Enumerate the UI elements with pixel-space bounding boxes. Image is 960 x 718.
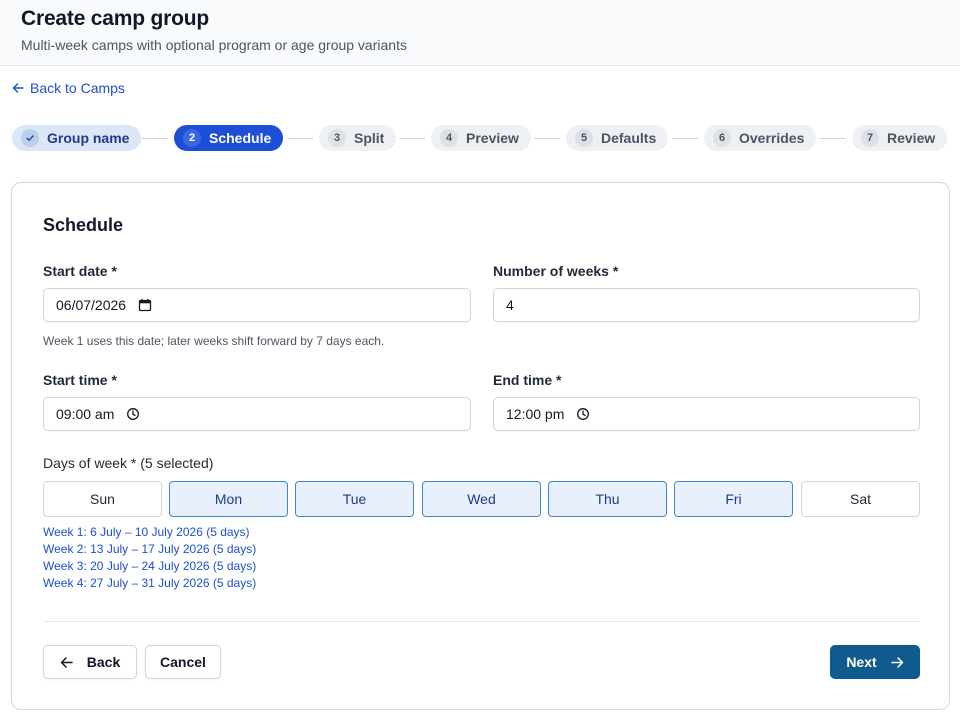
step-label: Overrides [739, 130, 805, 146]
week-summary: Week 1: 6 July – 10 July 2026 (5 days) [43, 525, 250, 539]
step-label: Group name [47, 130, 130, 146]
day-toggle-sat[interactable]: Sat [801, 481, 920, 517]
page-subtitle: Multi-week camps with optional program o… [21, 37, 407, 53]
next-button[interactable]: Next [830, 645, 920, 679]
calendar-icon[interactable] [138, 298, 152, 312]
days-of-week-label: Days of week * (5 selected) [43, 455, 214, 471]
schedule-card: Schedule Start date * 06/07/2026 Week 1 … [11, 182, 950, 710]
step-label: Review [887, 130, 936, 146]
step-schedule[interactable]: 2 Schedule [174, 125, 284, 151]
step-overrides[interactable]: 6 Overrides [704, 125, 817, 151]
start-date-hint: Week 1 uses this date; later weeks shift… [43, 334, 385, 348]
footer-divider [43, 621, 920, 622]
back-button-label: Back [86, 654, 121, 670]
back-button[interactable]: Back [43, 645, 137, 679]
back-to-camps-label: Back to Camps [30, 80, 125, 96]
step-number: 4 [440, 129, 458, 147]
wizard-stepper: Group name 2 Schedule 3 Split 4 Preview … [12, 125, 948, 151]
arrow-left-icon [60, 656, 73, 669]
end-time-label: End time * [493, 372, 562, 388]
end-time-value: 12:00 pm [506, 406, 565, 422]
step-connector [399, 138, 425, 139]
step-label: Defaults [601, 130, 657, 146]
start-date-input[interactable]: 06/07/2026 [43, 288, 471, 322]
section-heading: Schedule [43, 215, 124, 235]
day-toggle-wed[interactable]: Wed [422, 481, 541, 517]
clock-icon[interactable] [576, 407, 590, 421]
step-connector [142, 138, 168, 139]
week-summary: Week 4: 27 July – 31 July 2026 (5 days) [43, 576, 257, 590]
step-number: 3 [328, 129, 346, 147]
check-icon [21, 129, 39, 147]
start-time-input[interactable]: 09:00 am [43, 397, 471, 431]
step-connector [672, 138, 698, 139]
day-toggle-sun[interactable]: Sun [43, 481, 162, 517]
step-connector [820, 138, 846, 139]
start-time-label: Start time * [43, 372, 117, 388]
clock-icon[interactable] [126, 407, 140, 421]
step-label: Preview [466, 130, 519, 146]
step-label: Split [354, 130, 385, 146]
step-split[interactable]: 3 Split [319, 125, 397, 151]
weeks-value: 4 [506, 297, 514, 313]
weeks-label: Number of weeks * [493, 263, 619, 279]
week-summary: Week 2: 13 July – 17 July 2026 (5 days) [43, 542, 257, 556]
back-to-camps-link[interactable]: Back to Camps [12, 80, 125, 96]
page-header: Create camp group Multi-week camps with … [0, 0, 960, 66]
step-number: 7 [861, 129, 879, 147]
step-number: 2 [183, 129, 201, 147]
end-time-input[interactable]: 12:00 pm [493, 397, 920, 431]
day-toggle-mon[interactable]: Mon [169, 481, 288, 517]
step-review[interactable]: 7 Review [852, 125, 948, 151]
start-time-value: 09:00 am [56, 406, 115, 422]
step-number: 5 [575, 129, 593, 147]
page-title: Create camp group [21, 7, 209, 30]
arrow-right-icon [890, 656, 904, 669]
next-button-label: Next [846, 654, 877, 670]
weeks-input[interactable]: 4 [493, 288, 920, 322]
step-connector [534, 138, 560, 139]
step-defaults[interactable]: 5 Defaults [566, 125, 669, 151]
start-date-label: Start date * [43, 263, 117, 279]
step-group-name[interactable]: Group name [12, 125, 142, 151]
day-toggle-thu[interactable]: Thu [548, 481, 667, 517]
start-date-value: 06/07/2026 [56, 297, 127, 313]
step-label: Schedule [209, 130, 272, 146]
week-summary-list: Week 1: 6 July – 10 July 2026 (5 days) W… [43, 524, 256, 592]
step-preview[interactable]: 4 Preview [431, 125, 531, 151]
day-toggle-fri[interactable]: Fri [674, 481, 793, 517]
step-connector [287, 138, 313, 139]
cancel-button[interactable]: Cancel [145, 645, 221, 679]
step-number: 6 [713, 129, 731, 147]
arrow-left-icon [12, 82, 24, 94]
day-toggle-tue[interactable]: Tue [295, 481, 414, 517]
week-summary: Week 3: 20 July – 24 July 2026 (5 days) [43, 559, 257, 573]
